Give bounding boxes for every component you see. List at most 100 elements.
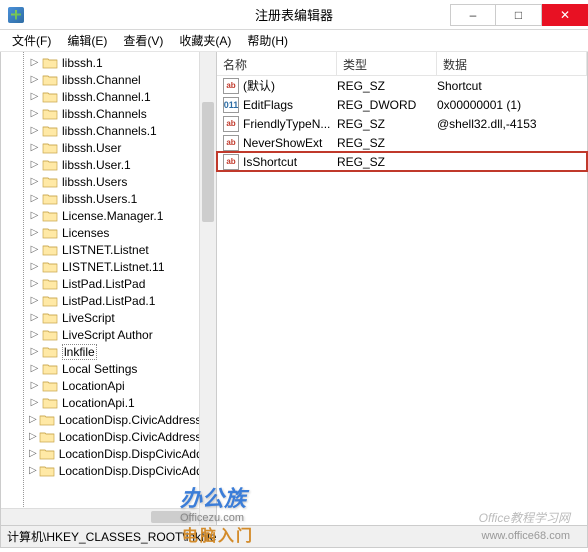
tree-item[interactable]: ▷LocationDisp.DispCivicAddressReport — [1, 445, 216, 462]
expand-icon[interactable]: ▷ — [29, 125, 40, 136]
tree-item[interactable]: ▷libssh.User.1 — [1, 156, 216, 173]
scrollbar-thumb[interactable] — [151, 511, 191, 523]
tree-item[interactable]: ▷Local Settings — [1, 360, 216, 377]
tree-item[interactable]: ▷LocationDisp.DispCivicAddressReport.1 — [1, 462, 216, 479]
folder-icon — [42, 158, 58, 171]
expand-icon[interactable]: ▷ — [29, 295, 40, 306]
tree-item-label: ListPad.ListPad.1 — [62, 294, 155, 308]
value-row[interactable]: 011EditFlagsREG_DWORD0x00000001 (1) — [217, 95, 587, 114]
menu-edit[interactable]: 编辑(E) — [59, 32, 115, 49]
tree-item[interactable]: ▷ Licenses — [1, 224, 216, 241]
expand-icon[interactable]: ▷ — [29, 465, 37, 476]
menubar: 文件(F) 编辑(E) 查看(V) 收藏夹(A) 帮助(H) — [0, 30, 588, 52]
folder-icon — [42, 107, 58, 120]
expand-icon[interactable]: ▷ — [29, 193, 40, 204]
value-row[interactable]: ab(默认)REG_SZShortcut — [217, 76, 587, 95]
col-data[interactable]: 数据 — [437, 52, 587, 75]
folder-icon — [42, 226, 58, 239]
tree-item-label: lnkfile — [62, 344, 97, 360]
tree-list: ▷libssh.1▷libssh.Channel▷libssh.Channel.… — [1, 52, 216, 479]
folder-icon — [39, 430, 55, 443]
scrollbar-thumb[interactable] — [202, 102, 214, 222]
expand-icon[interactable]: ▷ — [29, 363, 40, 374]
tree-item[interactable]: ▷ lnkfile — [1, 343, 216, 360]
values-header: 名称 类型 数据 — [217, 52, 587, 76]
tree-item[interactable]: ▷libssh.1 — [1, 54, 216, 71]
tree-item[interactable]: ▷LocationApi — [1, 377, 216, 394]
tree-item[interactable]: ▷LocationDisp.CivicAddressReportFactory.… — [1, 428, 216, 445]
expand-icon[interactable]: ▷ — [29, 312, 40, 323]
col-type[interactable]: 类型 — [337, 52, 437, 75]
folder-icon — [39, 464, 55, 477]
statusbar-path: 计算机\HKEY_CLASSES_ROOT\lnkfile — [7, 528, 216, 545]
expand-icon[interactable]: ▷ — [29, 329, 40, 340]
expand-icon[interactable]: ▷ — [29, 159, 40, 170]
expand-icon[interactable]: ▷ — [29, 380, 40, 391]
expand-icon[interactable]: ▷ — [29, 448, 37, 459]
menu-file[interactable]: 文件(F) — [4, 32, 59, 49]
tree-scrollbar-horizontal[interactable] — [1, 508, 199, 525]
expand-icon[interactable]: ▷ — [29, 278, 40, 289]
tree-item-label: Licenses — [62, 226, 109, 240]
tree-item[interactable]: ▷libssh.Channel — [1, 71, 216, 88]
tree-item-label: libssh.User — [62, 141, 121, 155]
expand-icon[interactable]: ▷ — [29, 57, 40, 68]
tree-item[interactable]: ▷ libssh.Users.1 — [1, 190, 216, 207]
value-name: NeverShowExt — [243, 136, 337, 150]
tree-item[interactable]: ▷libssh.Channels — [1, 105, 216, 122]
expand-icon[interactable]: ▷ — [29, 91, 40, 102]
value-type-icon: ab — [223, 78, 239, 94]
tree-item[interactable]: ▷ LiveScript Author — [1, 326, 216, 343]
tree-item[interactable]: ▷libssh.Channels.1 — [1, 122, 216, 139]
folder-icon — [42, 396, 58, 409]
expand-icon[interactable]: ▷ — [29, 414, 37, 425]
tree-pane: ▷libssh.1▷libssh.Channel▷libssh.Channel.… — [1, 52, 217, 525]
tree-item-label: libssh.Users.1 — [62, 192, 137, 206]
titlebar: 注册表编辑器 – □ ✕ — [0, 0, 588, 30]
value-type: REG_SZ — [337, 136, 437, 150]
close-button[interactable]: ✕ — [542, 4, 588, 26]
tree-scrollbar-vertical[interactable] — [199, 52, 216, 525]
expand-icon[interactable]: ▷ — [29, 244, 40, 255]
maximize-button[interactable]: □ — [496, 4, 542, 26]
tree-item[interactable]: ▷ libssh.Users — [1, 173, 216, 190]
value-row[interactable]: abIsShortcutREG_SZ — [217, 152, 587, 171]
tree-item[interactable]: ▷License.Manager.1 — [1, 207, 216, 224]
tree-item-label: LISTNET.Listnet.11 — [62, 260, 165, 274]
expand-icon[interactable]: ▷ — [29, 108, 40, 119]
expand-icon[interactable]: ▷ — [29, 431, 37, 442]
expand-icon[interactable]: ▷ — [29, 176, 40, 187]
expand-icon[interactable]: ▷ — [29, 74, 40, 85]
folder-icon — [42, 192, 58, 205]
value-row[interactable]: abFriendlyTypeN...REG_SZ@shell32.dll,-41… — [217, 114, 587, 133]
tree-item[interactable]: ▷LiveScript — [1, 309, 216, 326]
expand-icon[interactable]: ▷ — [29, 210, 40, 221]
tree-item[interactable]: ▷ LISTNET.Listnet.11 — [1, 258, 216, 275]
tree-item[interactable]: ▷ libssh.User — [1, 139, 216, 156]
expand-icon[interactable]: ▷ — [29, 227, 40, 238]
tree-item-label: libssh.Users — [62, 175, 127, 189]
tree-item-label: LiveScript Author — [62, 328, 153, 342]
menu-view[interactable]: 查看(V) — [115, 32, 171, 49]
tree-item[interactable]: ▷LocationApi.1 — [1, 394, 216, 411]
expand-icon[interactable]: ▷ — [29, 346, 40, 357]
col-name[interactable]: 名称 — [217, 52, 337, 75]
app-icon — [8, 7, 24, 23]
tree-item[interactable]: ▷ListPad.ListPad — [1, 275, 216, 292]
expand-icon[interactable]: ▷ — [29, 261, 40, 272]
expand-icon[interactable]: ▷ — [29, 397, 40, 408]
value-row[interactable]: abNeverShowExtREG_SZ — [217, 133, 587, 152]
folder-icon — [42, 379, 58, 392]
menu-favorites[interactable]: 收藏夹(A) — [171, 32, 239, 49]
expand-icon[interactable]: ▷ — [29, 142, 40, 153]
tree-item[interactable]: ▷libssh.Channel.1 — [1, 88, 216, 105]
tree-item[interactable]: ▷ ListPad.ListPad.1 — [1, 292, 216, 309]
tree-item-label: LocationDisp.CivicAddressReportFactory — [59, 413, 217, 427]
menu-help[interactable]: 帮助(H) — [239, 32, 296, 49]
tree-item[interactable]: ▷ LocationDisp.CivicAddressReportFactory — [1, 411, 216, 428]
value-name: (默认) — [243, 77, 337, 94]
folder-icon — [42, 294, 58, 307]
value-type-icon: 011 — [223, 97, 239, 113]
minimize-button[interactable]: – — [450, 4, 496, 26]
tree-item[interactable]: ▷LISTNET.Listnet — [1, 241, 216, 258]
